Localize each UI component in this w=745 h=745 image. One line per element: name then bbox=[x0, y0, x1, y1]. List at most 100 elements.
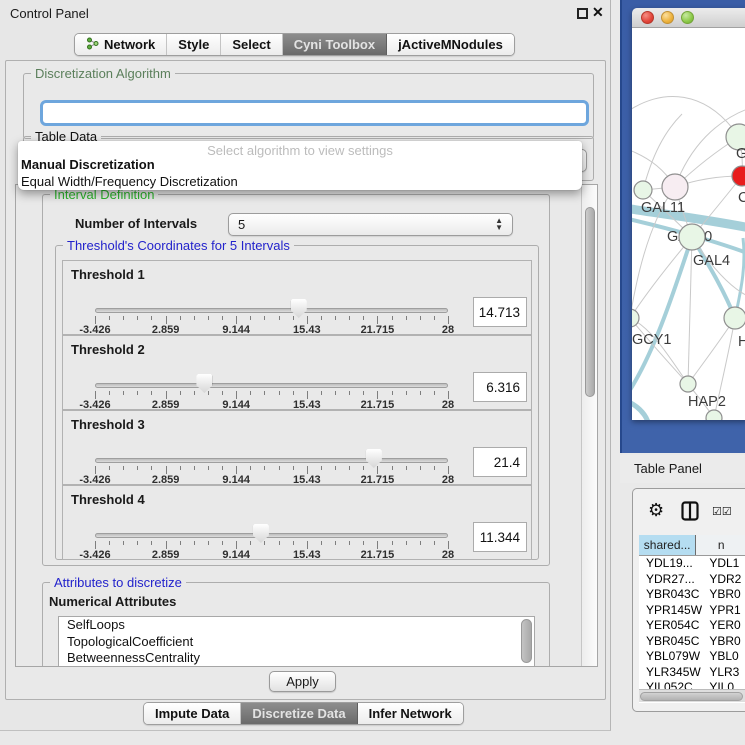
slider-track[interactable] bbox=[95, 383, 448, 388]
apply-button[interactable]: Apply bbox=[269, 671, 336, 692]
table-toolbar: ⚙ ☑☑ bbox=[633, 497, 745, 529]
network-node-c[interactable] bbox=[732, 166, 745, 186]
attribute-list-item[interactable]: BetweennessCentrality bbox=[59, 650, 534, 667]
network-node[interactable] bbox=[706, 410, 722, 420]
network-node-gcy1[interactable] bbox=[632, 309, 639, 327]
cell-name[interactable]: YER0 bbox=[704, 618, 745, 634]
columns-icon[interactable] bbox=[681, 501, 699, 526]
network-edge[interactable] bbox=[632, 96, 739, 137]
settings-vertical-scrollbar[interactable] bbox=[581, 185, 597, 666]
attribute-list-item[interactable]: TopologicalCoefficient bbox=[59, 634, 534, 651]
node-label: GA bbox=[736, 146, 745, 162]
threshold-label: Threshold 4 bbox=[71, 492, 145, 507]
tab-style[interactable]: Style bbox=[167, 34, 221, 55]
algorithm-dropdown-popup: Select algorithm to view settings Manual… bbox=[18, 141, 582, 190]
attribute-list-item[interactable]: SelfLoops bbox=[59, 617, 534, 634]
column-header-shared-name[interactable]: shared... bbox=[639, 535, 696, 555]
gear-icon[interactable]: ⚙ bbox=[648, 500, 664, 521]
tab-cyni-toolbox[interactable]: Cyni Toolbox bbox=[283, 34, 387, 55]
algorithm-combobox[interactable] bbox=[40, 100, 589, 126]
network-node-h[interactable] bbox=[724, 307, 745, 329]
slider-track[interactable] bbox=[95, 533, 448, 538]
table-row[interactable]: YBR045CYBR0 bbox=[639, 634, 745, 650]
cyni-bottom-tabs: Impute DataDiscretize DataInfer Network bbox=[143, 702, 464, 725]
table-row[interactable]: YPR145WYPR1 bbox=[639, 603, 745, 619]
discretization-algorithm-group: Discretization Algorithm bbox=[23, 73, 594, 139]
network-edge-highlighted[interactable] bbox=[692, 237, 735, 318]
tab-select[interactable]: Select bbox=[221, 34, 282, 55]
tab-discretize-data[interactable]: Discretize Data bbox=[241, 703, 357, 724]
table-panel-titlebar: Table Panel bbox=[620, 455, 745, 483]
cell-name[interactable]: YDL1 bbox=[704, 556, 745, 572]
threshold-value-field[interactable] bbox=[473, 447, 527, 477]
network-node-hap2[interactable] bbox=[680, 376, 696, 392]
cell-shared-name[interactable]: YIL052C bbox=[639, 680, 704, 689]
interval-definition-group: Interval Definition Number of Intervals … bbox=[42, 194, 550, 566]
cell-shared-name[interactable]: YER054C bbox=[639, 618, 704, 634]
table-row[interactable]: YIL052CYIL0 bbox=[639, 680, 745, 689]
table-row[interactable]: YLR345WYLR3 bbox=[639, 665, 745, 681]
popup-option-equal-width-frequency[interactable]: Equal Width/Frequency Discretization bbox=[18, 173, 582, 190]
tab-network[interactable]: Network bbox=[75, 34, 167, 55]
cell-name[interactable]: YPR1 bbox=[704, 603, 745, 619]
cell-name[interactable]: YBR0 bbox=[704, 587, 745, 603]
minimize-traffic-light-icon[interactable] bbox=[661, 11, 674, 24]
threshold-panel: Threshold 4 -3.4262.8599.14415.4321.7152… bbox=[62, 485, 532, 560]
table-horizontal-scrollbar[interactable] bbox=[639, 689, 745, 702]
node-label: H bbox=[738, 334, 745, 350]
cell-shared-name[interactable]: YDL19... bbox=[639, 556, 704, 572]
table-row[interactable]: YBR043CYBR0 bbox=[639, 587, 745, 603]
list-scrollbar[interactable] bbox=[521, 619, 532, 663]
settings-scrollpane: Interval Definition Number of Intervals … bbox=[15, 184, 598, 667]
select-columns-checkboxes-icon[interactable]: ☑☑ bbox=[712, 505, 732, 518]
scrollbar-thumb[interactable] bbox=[585, 207, 595, 397]
tab-impute-data[interactable]: Impute Data bbox=[144, 703, 241, 724]
table-row[interactable]: YDL19...YDL1 bbox=[639, 556, 745, 572]
cell-name[interactable]: YLR3 bbox=[704, 665, 745, 681]
float-window-icon[interactable] bbox=[577, 8, 588, 19]
table-row[interactable]: YER054CYER0 bbox=[639, 618, 745, 634]
slider-track[interactable] bbox=[95, 458, 448, 463]
slider-tick-labels: -3.4262.8599.14415.4321.71528 bbox=[95, 324, 448, 335]
tab-jactivemnodules[interactable]: jActiveMNodules bbox=[387, 34, 514, 55]
cell-shared-name[interactable]: YDR27... bbox=[639, 572, 704, 588]
cell-name[interactable]: YBR0 bbox=[704, 634, 745, 650]
network-edge-highlighted[interactable] bbox=[632, 400, 649, 420]
table-row[interactable]: YBL079WYBL0 bbox=[639, 649, 745, 665]
scrollbar-thumb[interactable] bbox=[640, 692, 743, 701]
threshold-value-field[interactable] bbox=[473, 522, 527, 552]
numerical-attributes-list[interactable]: SelfLoopsTopologicalCoefficientBetweenne… bbox=[58, 616, 535, 667]
cell-shared-name[interactable]: YLR345W bbox=[639, 665, 704, 681]
network-edge[interactable] bbox=[688, 237, 692, 384]
close-icon[interactable]: ✕ bbox=[592, 4, 604, 21]
slider-track[interactable] bbox=[95, 308, 448, 313]
network-edge[interactable] bbox=[632, 237, 692, 318]
thresholds-group: Threshold's Coordinates for 5 Intervals … bbox=[55, 245, 539, 560]
threshold-panel: Threshold 1 -3.4262.8599.14415.4321.7152… bbox=[62, 260, 532, 335]
cell-shared-name[interactable]: YBR045C bbox=[639, 634, 704, 650]
popup-option-manual-discretization[interactable]: Manual Discretization bbox=[18, 156, 582, 173]
number-of-intervals-dropdown[interactable]: 5 ▲▼ bbox=[228, 213, 513, 236]
tab-infer-network[interactable]: Infer Network bbox=[358, 703, 463, 724]
tab-label: Cyni Toolbox bbox=[294, 37, 375, 52]
cell-name[interactable]: YDR2 bbox=[704, 572, 745, 588]
network-canvas[interactable]: GAL80GACGAL11GAL4GCY1HHAP2 bbox=[632, 28, 745, 420]
network-node-gal80[interactable] bbox=[662, 174, 688, 200]
network-edge[interactable] bbox=[688, 318, 735, 384]
cell-name[interactable]: YIL0 bbox=[704, 680, 745, 689]
network-edge-highlighted[interactable] bbox=[632, 237, 692, 396]
cell-shared-name[interactable]: YPR145W bbox=[639, 603, 704, 619]
network-desktop-background: GAL80GACGAL11GAL4GCY1HHAP2 bbox=[620, 0, 745, 453]
control-panel-tabs: NetworkStyleSelect Cyni Toolbox jActiveMNo… bbox=[74, 33, 515, 56]
cell-shared-name[interactable]: YBL079W bbox=[639, 649, 704, 665]
close-traffic-light-icon[interactable] bbox=[641, 11, 654, 24]
network-node-gal11[interactable] bbox=[634, 181, 652, 199]
table-row[interactable]: YDR27...YDR2 bbox=[639, 572, 745, 588]
zoom-traffic-light-icon[interactable] bbox=[681, 11, 694, 24]
threshold-value-field[interactable] bbox=[473, 297, 527, 327]
network-node-gal4[interactable] bbox=[679, 224, 705, 250]
threshold-value-field[interactable] bbox=[473, 372, 527, 402]
column-header-name[interactable]: n bbox=[696, 535, 745, 555]
cell-shared-name[interactable]: YBR043C bbox=[639, 587, 704, 603]
cell-name[interactable]: YBL0 bbox=[704, 649, 745, 665]
